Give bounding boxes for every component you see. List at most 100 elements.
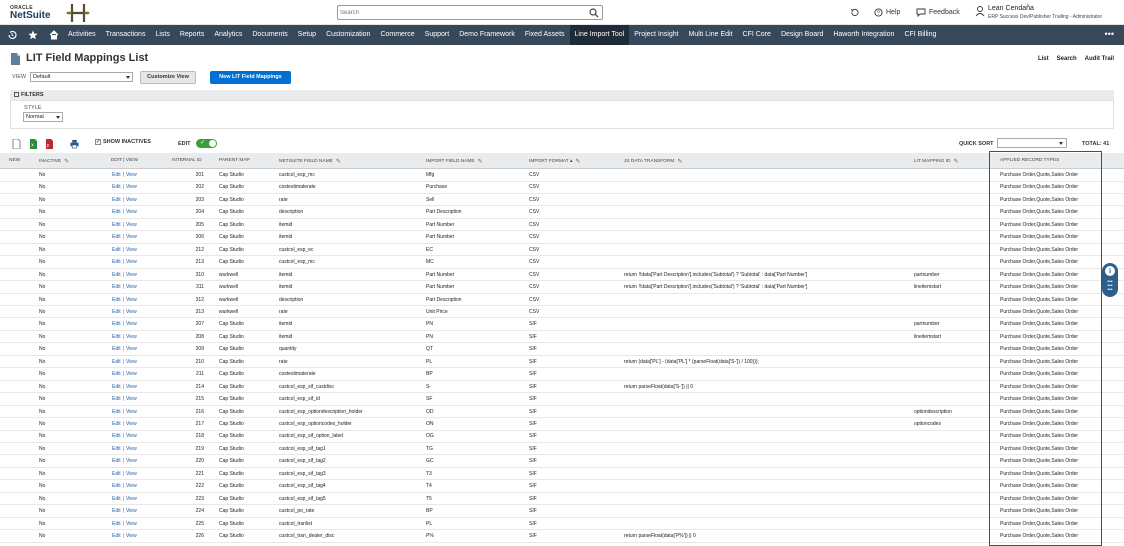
edit-link[interactable]: Edit	[112, 272, 121, 278]
edit-link[interactable]: Edit	[112, 334, 121, 340]
edit-link[interactable]: Edit	[112, 508, 121, 514]
more-menu-icon[interactable]: •••	[1105, 25, 1114, 43]
column-header[interactable]: EDIT | VIEW	[111, 158, 138, 163]
recent-records-button[interactable]	[850, 6, 859, 19]
nav-item-multi-line-edit[interactable]: Multi Line Edit	[684, 25, 738, 45]
recent-icon[interactable]	[3, 25, 21, 45]
side-help-widget[interactable]: i ••• ••• •••	[1102, 263, 1118, 297]
search-icon[interactable]	[589, 8, 599, 18]
view-link[interactable]: View	[126, 446, 137, 452]
column-header[interactable]: PARENT MAP	[219, 158, 250, 163]
edit-link[interactable]: Edit	[112, 521, 121, 527]
pencil-icon[interactable]: ✎	[478, 158, 483, 165]
edit-link[interactable]: Edit	[112, 433, 121, 439]
edit-link[interactable]: Edit	[112, 222, 121, 228]
export-document-icon[interactable]	[12, 139, 21, 149]
nav-item-fixed-assets[interactable]: Fixed Assets	[520, 25, 570, 45]
edit-link[interactable]: Edit	[112, 496, 121, 502]
edit-link[interactable]: Edit	[112, 297, 121, 303]
edit-link[interactable]: Edit	[112, 184, 121, 190]
edit-link[interactable]: Edit	[112, 359, 121, 365]
column-header[interactable]: INTERNAL ID	[172, 158, 202, 163]
view-link[interactable]: View	[126, 321, 137, 327]
view-link[interactable]: View	[126, 359, 137, 365]
view-link[interactable]: View	[126, 272, 137, 278]
view-link[interactable]: View	[126, 508, 137, 514]
column-header[interactable]: JS DATA TRANSFORM ✎	[624, 158, 682, 165]
star-icon[interactable]	[24, 25, 42, 45]
view-link[interactable]: View	[126, 433, 137, 439]
audit-trail-link[interactable]: Audit Trail	[1085, 56, 1114, 62]
global-search[interactable]	[337, 5, 603, 20]
pencil-icon[interactable]: ✎	[575, 158, 580, 165]
nav-item-setup[interactable]: Setup	[293, 25, 321, 45]
view-link[interactable]: View	[126, 521, 137, 527]
view-link[interactable]: View	[126, 533, 137, 539]
view-link[interactable]: View	[126, 184, 137, 190]
view-link[interactable]: View	[126, 334, 137, 340]
user-role[interactable]: ERP Success Dev/Publisher Trailing - Adm…	[988, 14, 1102, 20]
view-link[interactable]: View	[126, 384, 137, 390]
export-excel-icon[interactable]: x	[29, 139, 38, 149]
edit-link[interactable]: Edit	[112, 209, 121, 215]
nav-item-support[interactable]: Support	[420, 25, 455, 45]
view-link[interactable]: View	[126, 284, 137, 290]
nav-item-demo-framework[interactable]: Demo Framework	[454, 25, 520, 45]
edit-link[interactable]: Edit	[112, 284, 121, 290]
user-name[interactable]: Lean Cendaña	[988, 5, 1034, 12]
edit-link[interactable]: Edit	[112, 471, 121, 477]
view-link[interactable]: View	[126, 483, 137, 489]
nav-item-commerce[interactable]: Commerce	[375, 25, 419, 45]
edit-link[interactable]: Edit	[112, 234, 121, 240]
show-inactives-checkbox[interactable]: ✓ SHOW INACTIVES	[95, 139, 151, 145]
view-link[interactable]: View	[126, 409, 137, 415]
edit-link[interactable]: Edit	[112, 346, 121, 352]
customize-view-button[interactable]: Customize View	[140, 71, 196, 84]
filters-toggle[interactable]: FILTERS	[10, 90, 1114, 100]
edit-link[interactable]: Edit	[112, 172, 121, 178]
list-link[interactable]: List	[1038, 56, 1049, 62]
search-input[interactable]	[340, 7, 585, 18]
edit-link[interactable]: Edit	[112, 259, 121, 265]
nav-item-cfi-billing[interactable]: CFI Billing	[899, 25, 941, 45]
view-link[interactable]: View	[126, 247, 137, 253]
edit-link[interactable]: Edit	[112, 409, 121, 415]
view-link[interactable]: View	[126, 172, 137, 178]
view-link[interactable]: View	[126, 396, 137, 402]
edit-link[interactable]: Edit	[112, 197, 121, 203]
nav-item-customization[interactable]: Customization	[321, 25, 375, 45]
column-header[interactable]: INACTIVE ✎	[39, 158, 69, 165]
feedback-button[interactable]: Feedback	[916, 6, 960, 19]
nav-item-lists[interactable]: Lists	[150, 25, 174, 45]
column-header[interactable]: IMPORT FORMAT ▴ ✎	[529, 158, 580, 165]
help-button[interactable]: ? Help	[874, 6, 900, 19]
column-header[interactable]: NETSUITE FIELD NAME ✎	[279, 158, 341, 165]
style-select[interactable]: Normal	[23, 112, 63, 122]
edit-link[interactable]: Edit	[112, 483, 121, 489]
edit-link[interactable]: Edit	[112, 247, 121, 253]
view-link[interactable]: View	[126, 471, 137, 477]
column-header[interactable]: IMPORT FIELD NAME ✎	[426, 158, 483, 165]
export-pdf-icon[interactable]: p	[45, 139, 54, 149]
nav-item-transactions[interactable]: Transactions	[101, 25, 151, 45]
pencil-icon[interactable]: ✎	[336, 158, 341, 165]
user-avatar-icon[interactable]	[975, 6, 985, 17]
view-link[interactable]: View	[126, 209, 137, 215]
view-link[interactable]: View	[126, 297, 137, 303]
view-link[interactable]: View	[126, 309, 137, 315]
nav-item-cfi-core[interactable]: CFI Core	[738, 25, 776, 45]
nav-item-documents[interactable]: Documents	[247, 25, 292, 45]
nav-item-haworth-integration[interactable]: Haworth Integration	[828, 25, 899, 45]
view-select[interactable]: Default	[30, 72, 133, 82]
nav-item-reports[interactable]: Reports	[175, 25, 210, 45]
view-link[interactable]: View	[126, 259, 137, 265]
pencil-icon[interactable]: ✎	[64, 158, 69, 165]
view-link[interactable]: View	[126, 458, 137, 464]
edit-link[interactable]: Edit	[112, 421, 121, 427]
view-link[interactable]: View	[126, 234, 137, 240]
new-lit-field-mappings-button[interactable]: New LIT Field Mappings	[210, 71, 291, 84]
column-header[interactable]: LIT MAPPING ID ✎	[914, 158, 958, 165]
edit-link[interactable]: Edit	[112, 396, 121, 402]
print-icon[interactable]	[70, 139, 79, 149]
view-link[interactable]: View	[126, 371, 137, 377]
